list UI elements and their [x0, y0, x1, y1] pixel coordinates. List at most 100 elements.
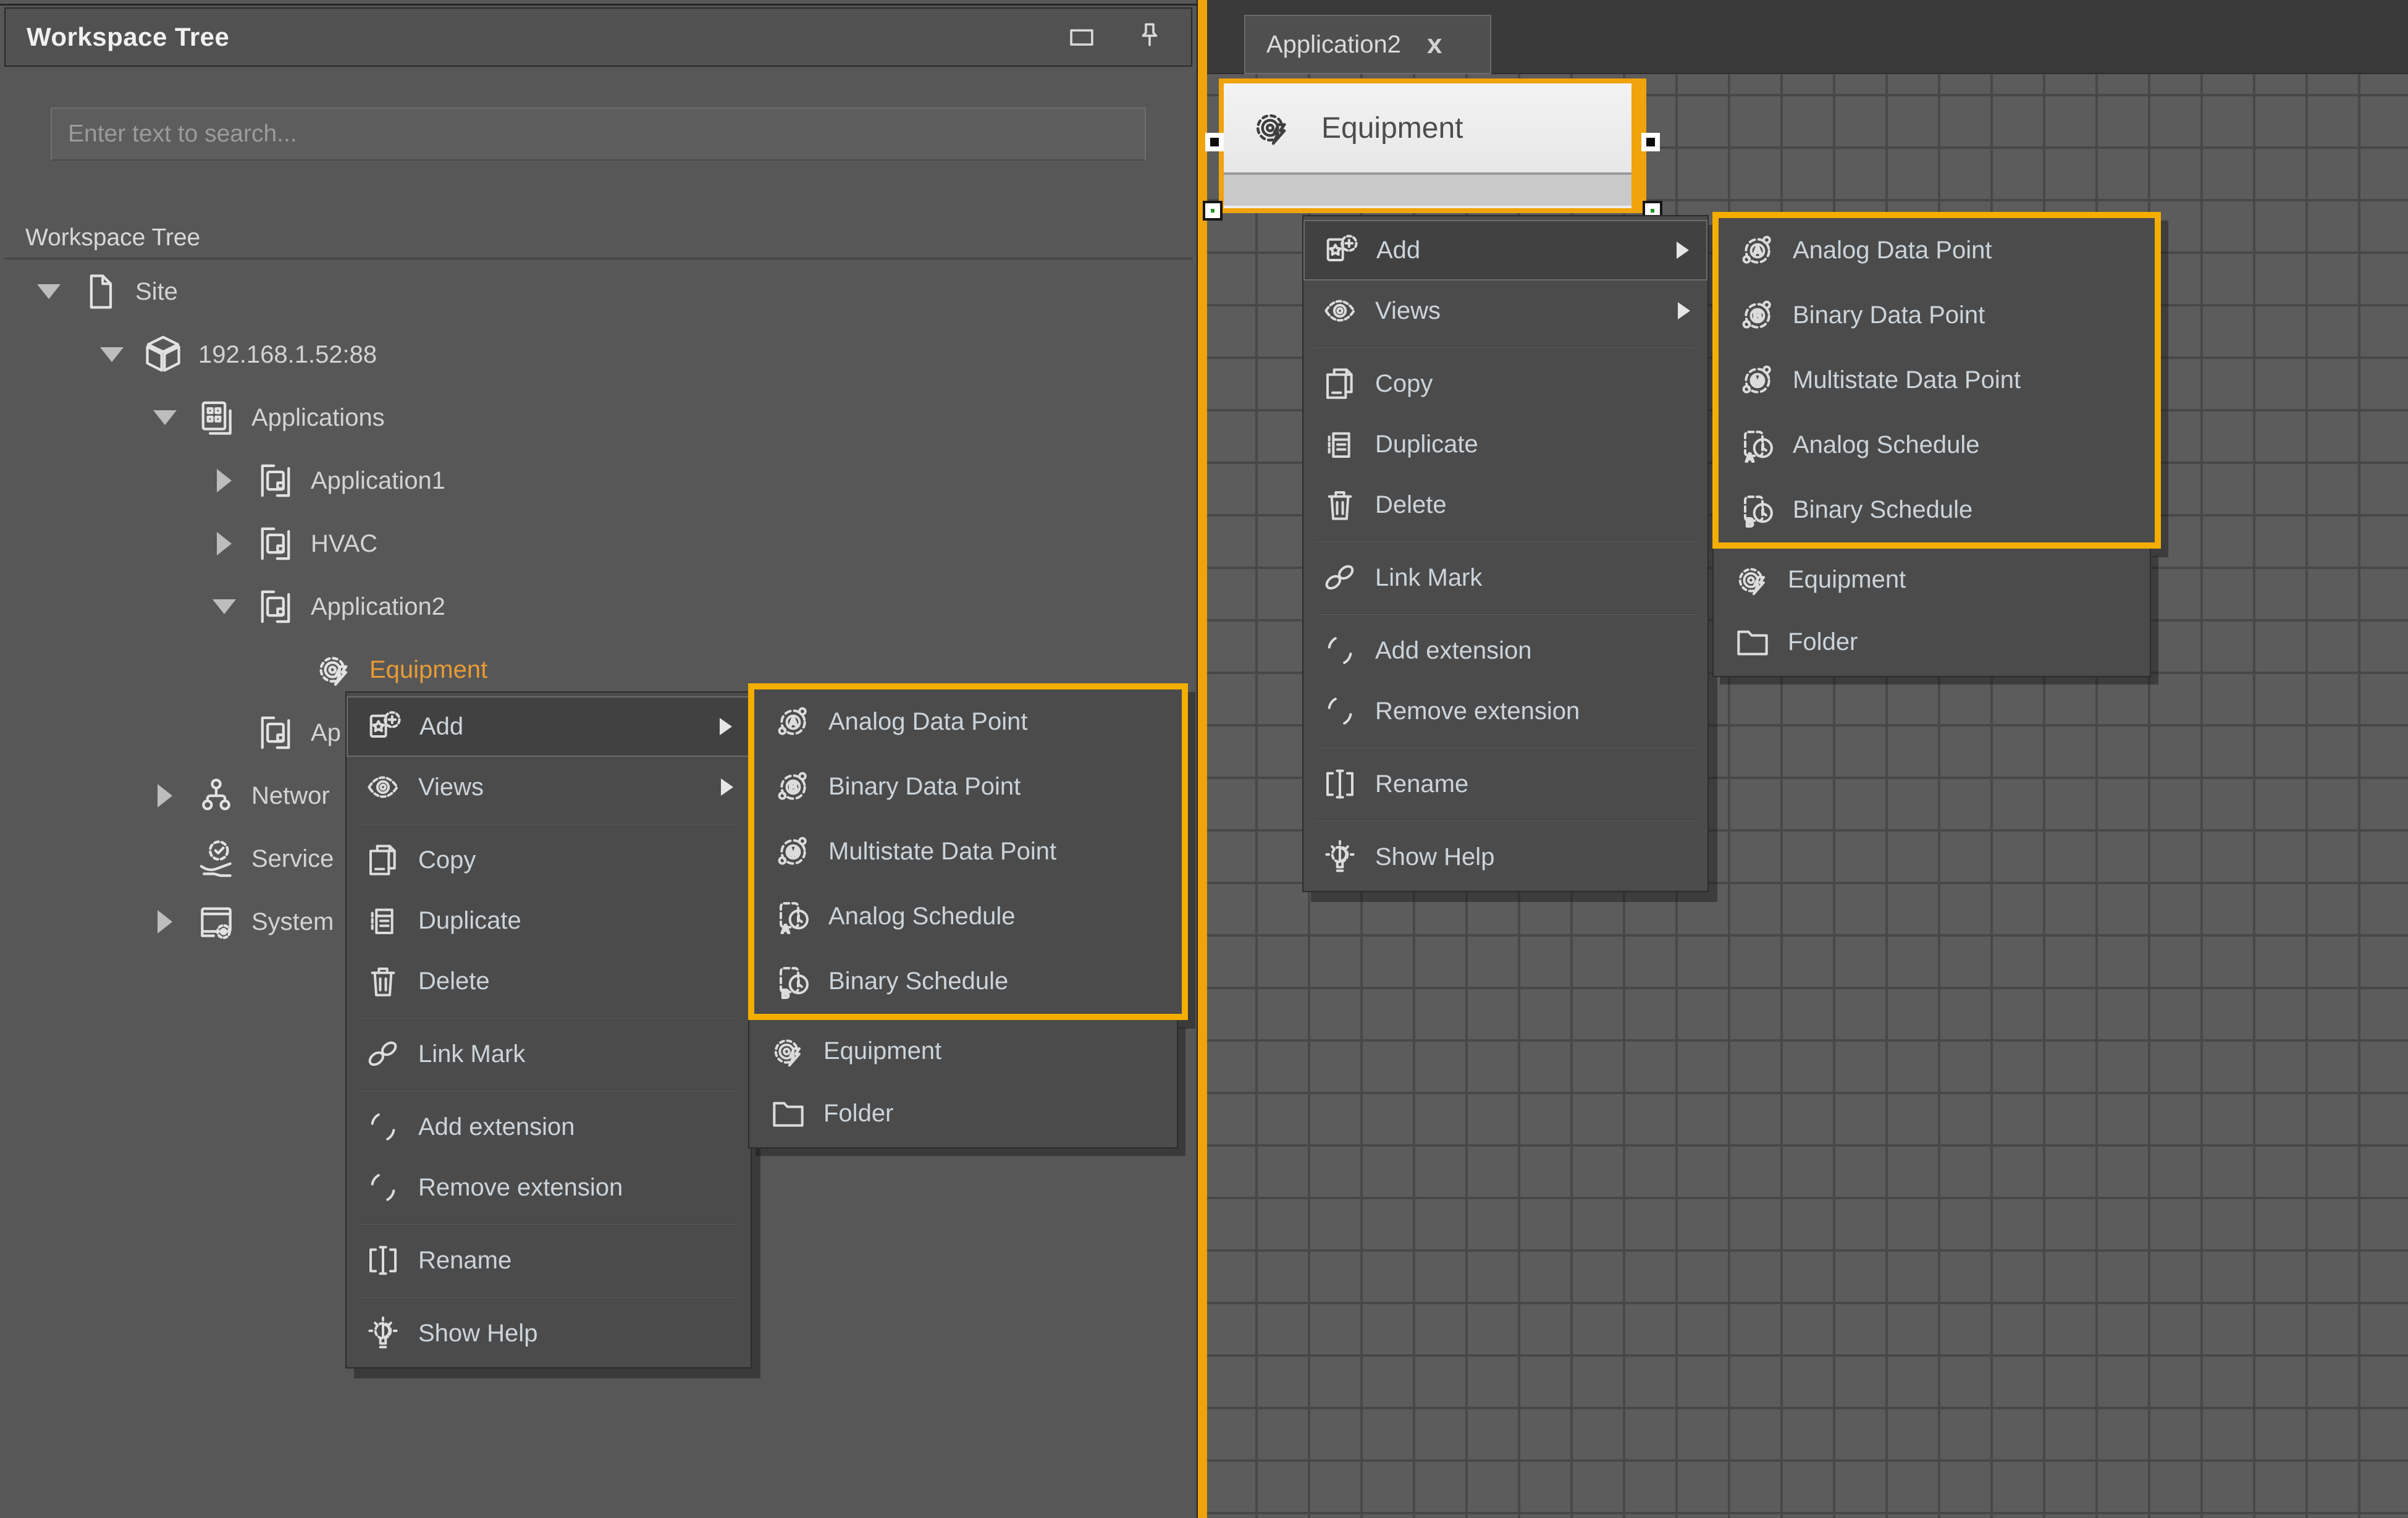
binary-schedule-icon	[770, 959, 816, 1005]
submenu-item-binary-schedule[interactable]: Binary Schedule	[754, 949, 1182, 1014]
submenu-item-analog-schedule[interactable]: Analog Schedule	[1719, 413, 2155, 478]
add-submenu-highlighted-group: Analog Data Point Binary Data Point Mult…	[748, 683, 1188, 1020]
submenu-item-folder[interactable]: Folder	[749, 1082, 1177, 1145]
remove-extension-icon	[360, 1165, 406, 1210]
tree-item-application2[interactable]: Application2	[4, 575, 1192, 638]
menu-item-copy[interactable]: Copy	[1303, 353, 1707, 414]
analog-schedule-icon	[1735, 423, 1780, 468]
copy-icon	[1317, 361, 1363, 407]
menu-separator	[1316, 541, 1695, 542]
equipment-gear-icon	[305, 649, 363, 691]
expander-down-icon[interactable]	[202, 599, 246, 614]
menu-separator	[359, 1223, 738, 1225]
menu-item-add-extension[interactable]: Add extension	[1303, 620, 1707, 681]
tree-item-applications[interactable]: Applications	[4, 386, 1192, 449]
menu-separator	[1316, 747, 1695, 748]
submenu-item-analog-data-point[interactable]: Analog Data Point	[754, 689, 1182, 754]
submenu-arrow-icon	[720, 718, 732, 735]
menu-item-link-mark[interactable]: Link Mark	[347, 1024, 751, 1084]
submenu-item-folder[interactable]: Folder	[1714, 611, 2150, 673]
expander-down-icon[interactable]	[143, 410, 187, 425]
menu-item-link-mark[interactable]: Link Mark	[1303, 547, 1707, 608]
add-icon	[1318, 227, 1364, 273]
rename-icon	[360, 1238, 406, 1283]
menu-item-duplicate[interactable]: Duplicate	[347, 890, 751, 951]
menu-item-delete[interactable]: Delete	[347, 951, 751, 1011]
submenu-item-equipment[interactable]: Equipment	[1714, 549, 2150, 611]
menu-item-add[interactable]: Add	[347, 696, 751, 757]
tree-item-application1[interactable]: Application1	[4, 449, 1192, 512]
resize-handle-right[interactable]	[1641, 133, 1660, 151]
application-icon	[246, 460, 305, 502]
delete-trash-icon	[360, 958, 406, 1004]
submenu-item-equipment[interactable]: Equipment	[749, 1020, 1177, 1082]
menu-separator	[359, 1090, 738, 1091]
menu-separator	[1316, 347, 1695, 348]
views-eye-icon	[1317, 288, 1363, 334]
restore-icon[interactable]	[1064, 19, 1100, 55]
application-icon	[246, 523, 305, 565]
submenu-item-binary-data-point[interactable]: Binary Data Point	[1719, 283, 2155, 348]
submenu-item-multistate-data-point[interactable]: Multistate Data Point	[754, 819, 1182, 884]
expander-down-icon[interactable]	[90, 347, 134, 362]
binary-schedule-icon	[1735, 487, 1780, 533]
menu-item-show-help[interactable]: Show Help	[1303, 827, 1707, 887]
add-extension-icon	[360, 1104, 406, 1150]
delete-trash-icon	[1317, 482, 1363, 528]
tree-item-site[interactable]: Site	[4, 260, 1192, 323]
expander-down-icon[interactable]	[27, 284, 71, 299]
menu-item-add[interactable]: Add	[1303, 220, 1707, 280]
close-icon[interactable]: x	[1427, 31, 1442, 58]
menu-item-show-help[interactable]: Show Help	[347, 1303, 751, 1364]
panel-title: Workspace Tree	[6, 22, 229, 52]
equipment-widget[interactable]: Equipment	[1219, 78, 1646, 213]
submenu-item-analog-schedule[interactable]: Analog Schedule	[754, 884, 1182, 949]
resize-handle-left[interactable]	[1205, 133, 1224, 151]
add-submenu-highlighted-group: Analog Data Point Binary Data Point Mult…	[1712, 212, 2161, 549]
tree-item-hvac[interactable]: HVAC	[4, 512, 1192, 575]
search-input[interactable]	[51, 108, 1146, 161]
window-frame-edge	[0, 0, 1197, 6]
add-submenu-group: Equipment Folder	[748, 1020, 1178, 1149]
tab-application2[interactable]: Application2 x	[1244, 15, 1491, 74]
tree-section-label: Workspace Tree	[4, 217, 1192, 259]
show-help-bulb-icon	[1317, 834, 1363, 880]
link-icon	[1317, 555, 1363, 601]
binary-data-point-icon	[770, 764, 816, 810]
submenu-item-analog-data-point[interactable]: Analog Data Point	[1719, 218, 2155, 283]
menu-item-add-extension[interactable]: Add extension	[347, 1097, 751, 1157]
submenu-item-binary-data-point[interactable]: Binary Data Point	[754, 754, 1182, 819]
context-menu-left: Add Views Copy Duplicate Delete Link Mar…	[345, 691, 752, 1368]
menu-item-views[interactable]: Views	[1303, 280, 1707, 341]
expander-right-icon[interactable]	[143, 784, 187, 807]
binary-data-point-icon	[1735, 293, 1780, 339]
menu-item-rename[interactable]: Rename	[1303, 754, 1707, 814]
menu-item-remove-extension[interactable]: Remove extension	[347, 1157, 751, 1218]
multistate-data-point-icon	[770, 829, 816, 875]
duplicate-icon	[1317, 421, 1363, 467]
expander-right-icon[interactable]	[202, 532, 246, 555]
menu-item-views[interactable]: Views	[347, 757, 751, 817]
pin-icon[interactable]	[1132, 19, 1168, 55]
expander-right-icon[interactable]	[143, 910, 187, 934]
menu-item-rename[interactable]: Rename	[347, 1230, 751, 1291]
services-icon	[187, 838, 245, 880]
submenu-item-multistate-data-point[interactable]: Multistate Data Point	[1719, 348, 2155, 413]
panel-splitter[interactable]	[1197, 0, 1207, 1518]
expander-right-icon[interactable]	[202, 469, 246, 492]
submenu-item-binary-schedule[interactable]: Binary Schedule	[1719, 478, 2155, 542]
tree-item-controller[interactable]: 192.168.1.52:88	[4, 323, 1192, 386]
resize-handle-bottom-left[interactable]	[1205, 203, 1220, 218]
workspace-tree-header: Workspace Tree	[4, 7, 1192, 67]
menu-item-delete[interactable]: Delete	[1303, 474, 1707, 535]
menu-item-copy[interactable]: Copy	[347, 830, 751, 890]
context-menu-right: Add Views Copy Duplicate Delete Link Mar…	[1302, 215, 1709, 892]
add-extension-icon	[1317, 628, 1363, 673]
menu-item-duplicate[interactable]: Duplicate	[1303, 414, 1707, 474]
tab-bar: Application2 x	[1207, 0, 2408, 74]
analog-data-point-icon	[770, 699, 816, 745]
menu-separator	[359, 823, 738, 824]
menu-item-remove-extension[interactable]: Remove extension	[1303, 681, 1707, 741]
submenu-arrow-icon	[1677, 242, 1689, 259]
folder-icon	[1730, 620, 1775, 665]
